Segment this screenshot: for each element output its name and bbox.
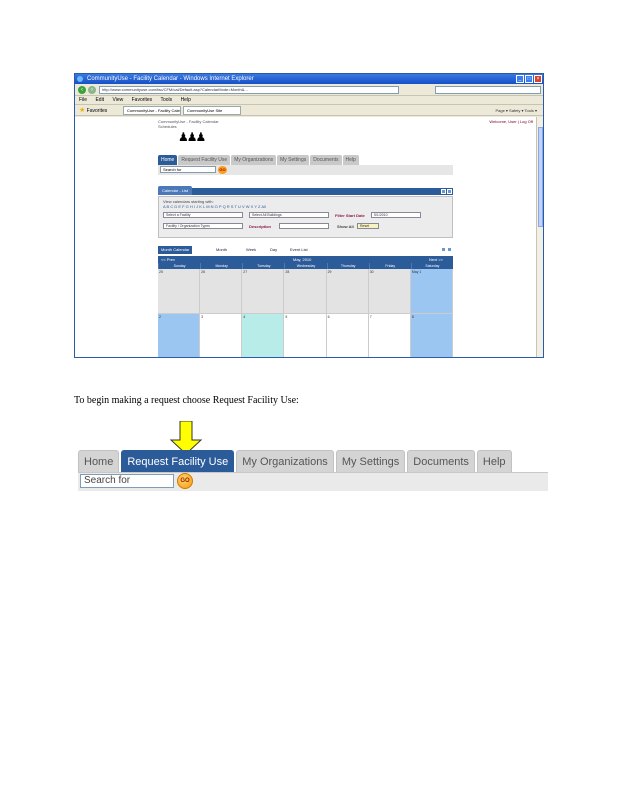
nav-zoom-screenshot: Home Request Facility Use My Organizatio… — [78, 450, 548, 492]
zoom-nav-my-organizations[interactable]: My Organizations — [236, 450, 334, 472]
facility-select[interactable]: Select a Facility — [163, 212, 243, 218]
description-label: Description — [249, 224, 272, 229]
zoom-nav-documents[interactable]: Documents — [407, 450, 475, 472]
month-label: May, 2010 — [293, 257, 312, 262]
filter-start-label: Filter Start Date — [335, 213, 365, 218]
next-link[interactable]: Next >> — [429, 256, 443, 263]
start-date-input[interactable]: 5/1/2010 — [371, 212, 421, 218]
welcome-text[interactable]: Welcome, User | Log Off — [473, 119, 533, 124]
favorites-star-icon: ★ — [79, 107, 86, 114]
maximize-icon[interactable]: □ — [525, 75, 533, 83]
calendar-day[interactable]: 8 — [410, 314, 453, 357]
calendar-day[interactable]: 30 — [368, 269, 411, 314]
calendar-day[interactable]: May 1 — [410, 269, 453, 314]
description-input[interactable] — [279, 223, 329, 229]
menu-favorites[interactable]: Favorites — [132, 97, 153, 103]
window-title-bar: CommunityUse - Facility Calendar - Windo… — [75, 74, 543, 84]
building-select[interactable]: Select All Buildings — [249, 212, 329, 218]
calendar-day[interactable]: 26 — [200, 269, 243, 314]
menu-help[interactable]: Help — [181, 97, 191, 103]
menu-view[interactable]: View — [112, 97, 123, 103]
month-view-link[interactable]: Month — [216, 246, 227, 254]
close-icon[interactable]: × — [534, 75, 542, 83]
forward-icon[interactable]: › — [88, 86, 96, 94]
menu-bar: File Edit View Favorites Tools Help — [75, 96, 543, 105]
calendar-day[interactable]: 5 — [284, 314, 327, 357]
zoom-nav-request-facility-use[interactable]: Request Facility Use — [121, 450, 235, 472]
window-controls: _ □ × — [516, 75, 542, 83]
zoom-nav-my-settings[interactable]: My Settings — [335, 450, 406, 472]
minimize-icon[interactable]: _ — [516, 75, 524, 83]
panel-collapse-icon[interactable] — [441, 189, 446, 194]
calendar-day[interactable]: 3 — [200, 314, 243, 357]
menu-tools[interactable]: Tools — [160, 97, 172, 103]
browser-tab-2[interactable]: CommunityUse Site — [183, 106, 241, 115]
ie-search-box[interactable] — [435, 86, 541, 94]
site-nav: Home Request Facility Use My Organizatio… — [158, 155, 359, 165]
web-page: CommunityUse - Facility Calendar Schedul… — [75, 117, 537, 357]
calendar-day[interactable]: 6 — [326, 314, 369, 357]
browser-tab-1[interactable]: CommunityUse - Facility Calendar — [123, 106, 181, 115]
vertical-scrollbar[interactable] — [536, 117, 543, 357]
toolbar-close-icon[interactable] — [447, 247, 452, 252]
address-toolbar: ‹ › http://www.communityuse.com/fac/CFM/… — [75, 84, 543, 96]
menu-file[interactable]: File — [79, 97, 87, 103]
family-logo-icon: ♟♟♟ — [178, 130, 206, 144]
toolbar-collapse-icon[interactable] — [441, 247, 446, 252]
org-type-select[interactable]: Facility / Organization Types — [163, 223, 243, 229]
site-search-input[interactable]: Search for — [160, 166, 216, 173]
month-calendar-tab[interactable]: Month Calendar — [158, 246, 193, 254]
calendar-day[interactable]: 25 — [158, 269, 201, 314]
nav-help[interactable]: Help — [342, 155, 359, 165]
ie-tools-menu[interactable]: Page ▾ Safety ▾ Tools ▾ — [495, 105, 537, 116]
show-all-label[interactable]: Show All — [337, 224, 354, 229]
month-header: << Prev May, 2010 Next >> — [158, 256, 453, 263]
calendar-list-tab[interactable]: Calendar - List — [158, 186, 193, 195]
instruction-caption: To begin making a request choose Request… — [74, 395, 299, 406]
calendar-day[interactable]: 2 — [158, 314, 201, 357]
reset-button[interactable]: Reset — [357, 223, 379, 229]
calendar-grid: 25 26 27 28 29 30 May 1 2 3 4 5 6 7 8 — [158, 269, 453, 357]
nav-request-facility-use[interactable]: Request Facility Use — [178, 155, 231, 165]
calendar-day[interactable]: 29 — [326, 269, 369, 314]
zoom-nav-home[interactable]: Home — [78, 450, 120, 472]
calendar-day[interactable]: 28 — [284, 269, 327, 314]
nav-my-organizations[interactable]: My Organizations — [231, 155, 277, 165]
calendar-day[interactable]: 7 — [368, 314, 411, 357]
menu-edit[interactable]: Edit — [95, 97, 104, 103]
panel-close-icon[interactable] — [447, 189, 452, 194]
nav-home[interactable]: Home — [158, 155, 178, 165]
favorites-label[interactable]: Favorites — [87, 108, 108, 114]
letter-links[interactable]: A B C D E F G H I J K L M N O P Q R S T … — [163, 204, 266, 209]
event-list-link[interactable]: Event List — [290, 246, 308, 254]
site-go-button[interactable]: GO — [218, 166, 227, 174]
nav-my-settings[interactable]: My Settings — [277, 155, 310, 165]
prev-link[interactable]: << Prev — [161, 256, 175, 263]
browser-screenshot: CommunityUse - Facility Calendar - Windo… — [74, 73, 544, 358]
calendar-day-today[interactable]: 4 — [242, 314, 285, 357]
zoom-search-input[interactable]: Search for — [80, 474, 174, 488]
zoom-nav-help[interactable]: Help — [476, 450, 512, 472]
week-view-link[interactable]: Week — [246, 246, 256, 254]
calendar-filter-panel: View calendars starting with: A B C D E … — [158, 196, 453, 238]
scrollbar-thumb[interactable] — [538, 127, 543, 227]
zoom-go-button[interactable]: GO — [177, 473, 193, 489]
address-bar[interactable]: http://www.communityuse.com/fac/CFM/cal/… — [99, 86, 399, 94]
nav-documents[interactable]: Documents — [310, 155, 342, 165]
calendar-panel-header: Calendar - List — [158, 186, 453, 195]
back-icon[interactable]: ‹ — [78, 86, 86, 94]
zoom-nav-tabs: Home Request Facility Use My Organizatio… — [78, 450, 514, 472]
window-title: CommunityUse - Facility Calendar - Windo… — [87, 76, 254, 82]
day-view-link[interactable]: Day — [270, 246, 277, 254]
favorites-bar: ★ Favorites CommunityUse - Facility Cale… — [75, 105, 543, 116]
ie-logo-icon — [77, 76, 83, 82]
calendar-view-toolbar: Month Calendar Month Week Day Event List — [158, 246, 453, 254]
site-title: CommunityUse - Facility Calendar Schedul… — [158, 119, 219, 129]
calendar-day[interactable]: 27 — [242, 269, 285, 314]
